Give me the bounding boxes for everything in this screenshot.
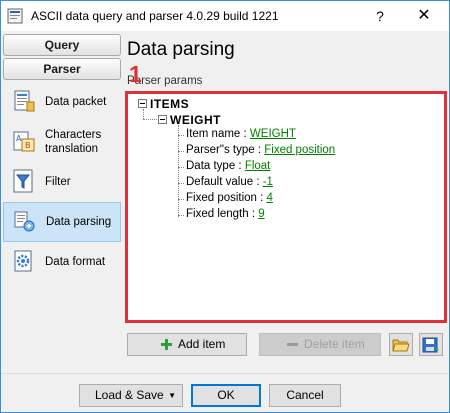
load-save-label: Load & Save bbox=[95, 388, 164, 402]
tree-connector bbox=[178, 135, 184, 136]
minus-icon bbox=[287, 343, 298, 346]
add-item-button[interactable]: Add item bbox=[127, 333, 247, 356]
footer-divider bbox=[1, 373, 449, 374]
open-file-button[interactable] bbox=[389, 333, 413, 356]
sidebar-item-data-parsing[interactable]: Data parsing bbox=[3, 202, 121, 242]
ok-button[interactable]: OK bbox=[191, 384, 261, 407]
title-bar: ASCII data query and parser 4.0.29 build… bbox=[1, 1, 449, 31]
characters-translation-icon: A B bbox=[13, 131, 35, 152]
sidebar-item-label: Data format bbox=[45, 256, 106, 268]
delete-item-label: Delete item bbox=[304, 337, 365, 351]
prop-label: Fixed length : bbox=[186, 208, 259, 220]
tree-node-label: ITEMS bbox=[150, 97, 190, 111]
tree-connector bbox=[178, 125, 179, 217]
plus-icon bbox=[161, 339, 172, 350]
funnel-icon bbox=[13, 169, 33, 193]
sidebar-item-filter[interactable]: Filter bbox=[3, 162, 121, 202]
prop-label: Data type : bbox=[186, 160, 245, 172]
nav-header-parser[interactable]: Parser bbox=[3, 58, 121, 80]
sidebar-item-data-format[interactable]: Data format bbox=[3, 242, 121, 282]
cancel-button[interactable]: Cancel bbox=[269, 384, 341, 407]
svg-text:B: B bbox=[25, 141, 31, 150]
tree-node-weight[interactable]: WEIGHT bbox=[158, 113, 221, 127]
sidebar-item-data-packet[interactable]: Data packet bbox=[3, 82, 121, 122]
save-icon bbox=[422, 337, 439, 353]
dropdown-arrow-icon: ▼ bbox=[168, 391, 176, 400]
tree-prop-data-type[interactable]: Data type : Float bbox=[186, 160, 270, 172]
prop-value-link[interactable]: WEIGHT bbox=[250, 128, 296, 140]
help-button[interactable]: ? bbox=[369, 6, 391, 26]
prop-label: Fixed position : bbox=[186, 192, 267, 204]
tree-connector bbox=[143, 119, 157, 120]
tree-prop-default-value[interactable]: Default value : -1 bbox=[186, 176, 273, 188]
close-button[interactable]: ✕ bbox=[401, 3, 447, 29]
tree-connector bbox=[178, 151, 184, 152]
prop-label: Default value : bbox=[186, 176, 263, 188]
window-title: ASCII data query and parser 4.0.29 build… bbox=[31, 9, 279, 23]
load-save-dropdown-button[interactable]: Load & Save ▼ bbox=[79, 384, 183, 407]
gear-icon bbox=[14, 250, 32, 272]
sidebar-item-label: Data packet bbox=[45, 96, 107, 108]
prop-value-link[interactable]: 9 bbox=[258, 208, 264, 220]
collapse-icon[interactable] bbox=[158, 115, 167, 124]
tree-connector bbox=[178, 215, 184, 216]
page-title: Data parsing bbox=[127, 39, 235, 60]
tree-prop-fixed-position[interactable]: Fixed position : 4 bbox=[186, 192, 273, 204]
data-parsing-icon bbox=[14, 211, 35, 232]
app-icon bbox=[7, 8, 23, 24]
prop-value-link[interactable]: Float bbox=[245, 160, 271, 172]
parser-params-tree[interactable]: ITEMS WEIGHT Item name : WEIGHT Parser"s… bbox=[125, 91, 447, 323]
tree-prop-item-name[interactable]: Item name : WEIGHT bbox=[186, 128, 296, 140]
add-item-label: Add item bbox=[178, 337, 226, 351]
collapse-icon[interactable] bbox=[138, 99, 147, 108]
folder-open-icon bbox=[392, 339, 410, 352]
prop-label: Item name : bbox=[186, 128, 250, 140]
sidebar-item-label: Characters translation bbox=[45, 129, 102, 155]
tree-prop-fixed-length[interactable]: Fixed length : 9 bbox=[186, 208, 265, 220]
tree-node-items[interactable]: ITEMS bbox=[138, 97, 189, 111]
tree-prop-parser-type[interactable]: Parser"s type : Fixed position bbox=[186, 144, 335, 156]
dialog-window: ASCII data query and parser 4.0.29 build… bbox=[0, 0, 450, 413]
sidebar-item-label: Data parsing bbox=[46, 216, 112, 228]
tree-connector bbox=[178, 183, 184, 184]
sidebar-item-characters-translation[interactable]: A B Characters translation bbox=[3, 122, 121, 162]
prop-value-link[interactable]: Fixed position bbox=[264, 144, 335, 156]
prop-value-link[interactable]: 4 bbox=[267, 192, 273, 204]
sidebar-item-label: Filter bbox=[45, 176, 71, 188]
tree-connector bbox=[143, 109, 144, 119]
tree-connector bbox=[178, 167, 184, 168]
save-file-button[interactable] bbox=[419, 333, 443, 356]
callout-badge: 1 bbox=[129, 61, 142, 87]
data-packet-icon bbox=[14, 90, 35, 112]
nav-header-query[interactable]: Query bbox=[3, 34, 121, 56]
tree-connector bbox=[178, 199, 184, 200]
prop-value-link[interactable]: -1 bbox=[263, 176, 273, 188]
sidebar: Query Parser Data packet A B Characters … bbox=[1, 31, 123, 371]
svg-text:A: A bbox=[16, 134, 22, 143]
delete-item-button[interactable]: Delete item bbox=[259, 333, 381, 356]
prop-label: Parser"s type : bbox=[186, 144, 265, 156]
